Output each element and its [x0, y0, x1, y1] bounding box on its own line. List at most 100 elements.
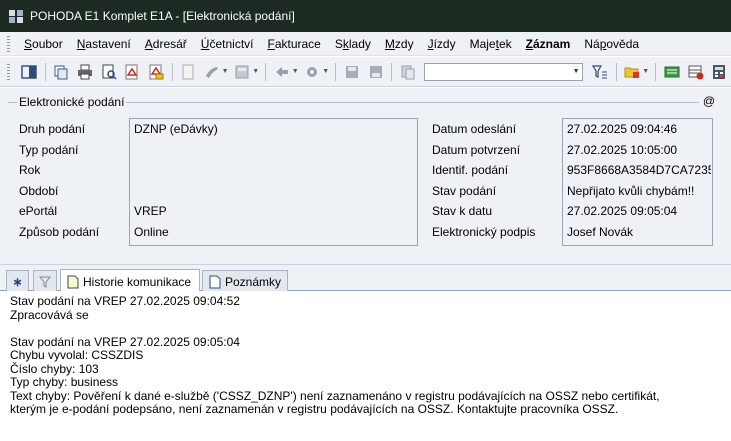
tab-filter[interactable]	[33, 270, 57, 292]
menu-item-7[interactable]: Jízdy	[421, 32, 463, 56]
at-sign-icon[interactable]: @	[698, 94, 719, 108]
label-druh-podani: Druh podání	[19, 122, 86, 136]
filter-list-icon[interactable]	[589, 61, 611, 83]
menu-item-4[interactable]: Fakturace	[260, 32, 327, 56]
document-icon	[209, 275, 221, 288]
menu-label-part: ověda	[606, 36, 640, 51]
label-datum-odeslani: Datum odeslání	[432, 122, 517, 136]
title-bar: POHODA E1 Komplet E1A - [Elektronická po…	[0, 0, 731, 32]
paint-icon[interactable]	[201, 61, 223, 83]
toolbar-separator	[171, 62, 173, 81]
label-datum-potvrzeni: Datum potvrzení	[432, 143, 521, 157]
toolbar-separator	[265, 62, 267, 81]
label-elektronicky-podpis: Elektronický podpis	[432, 225, 536, 239]
window-title: POHODA E1 Komplet E1A - [Elektronická po…	[30, 9, 295, 23]
copy-icon[interactable]	[51, 61, 73, 83]
menu-accelerator: M	[384, 36, 395, 51]
window-switch-icon[interactable]	[18, 61, 40, 83]
chevron-down-icon[interactable]: ▼	[222, 68, 229, 75]
tab-all[interactable]: ∗	[6, 270, 29, 292]
menu-bar: Soubor Nastavení Adresář Účetnictví Fakturac…	[0, 32, 731, 56]
tab-history[interactable]: Historie komunikace	[60, 269, 200, 293]
folder-open-icon[interactable]	[622, 61, 644, 83]
print-preview-icon[interactable]	[98, 61, 120, 83]
label-identif-podani: Identif. podání	[432, 163, 509, 177]
chevron-down-icon[interactable]: ▼	[642, 68, 649, 75]
history-line: Zpracovává se	[10, 307, 89, 322]
menu-accelerator: Z	[525, 36, 533, 51]
menu-item-10[interactable]: Nápověda	[577, 32, 646, 56]
menu-item-6[interactable]: Mzdy	[378, 32, 421, 56]
back-arrow-icon[interactable]	[271, 61, 293, 83]
tab-history-label: Historie komunikace	[83, 274, 192, 289]
paste-icon[interactable]	[397, 61, 419, 83]
asterisk-icon: ∗	[12, 274, 23, 289]
menu-label-part: lady	[348, 36, 371, 51]
menu-grip-handle[interactable]	[7, 35, 10, 52]
filter-combo[interactable]: ▼	[423, 62, 584, 81]
history-text-area[interactable]: Stav podání na VREP 27.02.2025 09:04:52 Z…	[0, 291, 731, 441]
label-stav-podani: Stav podání	[432, 184, 497, 198]
menu-label-part: S	[334, 36, 343, 51]
menu-item-0[interactable]: Soubor	[17, 32, 70, 56]
value-eportal: VREP	[134, 204, 167, 218]
menu-label-part: dresář	[152, 36, 187, 51]
menu-label-part: četnictví	[209, 36, 254, 51]
value-druh-podani: DZNP (eDávky)	[134, 122, 218, 136]
menu-label-part: Maje	[469, 36, 496, 51]
panel-title: Elektronické podání	[17, 95, 127, 109]
menu-label-part: Ná	[584, 36, 600, 51]
label-zpusob-podani: Způsob podání	[19, 225, 100, 239]
save-all-icon[interactable]	[365, 61, 387, 83]
chevron-down-icon[interactable]: ▼	[292, 68, 299, 75]
gear-icon[interactable]	[302, 61, 324, 83]
menu-accelerator: F	[267, 36, 275, 51]
value-datum-potvrzeni: 27.02.2025 10:05:00	[567, 143, 678, 157]
history-line: Typ chyby: business	[10, 375, 119, 389]
menu-item-1[interactable]: Nastavení	[70, 32, 138, 56]
history-line: Stav podání na VREP 27.02.2025 09:04:52	[10, 294, 240, 308]
history-line: Chybu vyvolal: CSSZDIS	[10, 348, 144, 362]
tab-notes[interactable]: Poznámky	[202, 270, 288, 292]
history-line	[10, 322, 721, 336]
toolbar-separator	[335, 62, 337, 81]
history-line: Číslo chyby: 103	[10, 361, 99, 376]
new-record-icon[interactable]	[177, 61, 199, 83]
toolbar-separator	[44, 62, 46, 81]
menu-item-5[interactable]: Sklady	[328, 32, 378, 56]
menu-item-2[interactable]: Adresář	[138, 32, 194, 56]
calculator-red-icon[interactable]	[708, 61, 730, 83]
chevron-down-icon[interactable]: ▼	[252, 68, 259, 75]
menu-item-3[interactable]: Účetnictví	[194, 32, 261, 56]
menu-label-part: astavení	[85, 36, 131, 51]
submission-panel: Elektronické podání @ Druh podání DZNP (…	[0, 88, 731, 264]
menu-label-part: zdy	[394, 36, 414, 51]
tab-bar: ∗ Historie komunikace Poznámky	[0, 264, 731, 293]
menu-accelerator: A	[144, 36, 153, 51]
label-typ-podani: Typ podání	[19, 143, 79, 157]
chevron-down-icon[interactable]: ▼	[322, 68, 329, 75]
pdf-icon[interactable]	[121, 61, 143, 83]
pdf-send-icon[interactable]	[145, 61, 167, 83]
grid-close-icon[interactable]	[685, 61, 707, 83]
menu-label-part: oubor	[32, 36, 63, 51]
calculator-icon[interactable]	[232, 61, 254, 83]
menu-item-9[interactable]: Záznam	[519, 32, 578, 56]
menu-item-8[interactable]: Majetek	[463, 32, 519, 56]
document-icon	[67, 275, 79, 288]
value-stav-k-datu: 27.02.2025 09:05:04	[567, 204, 678, 218]
green-card-icon[interactable]	[661, 61, 683, 83]
label-stav-k-datu: Stav k datu	[432, 204, 493, 218]
menu-label-part: ek	[498, 36, 512, 51]
toolbar-grip-handle[interactable]	[7, 63, 10, 80]
chevron-down-icon[interactable]: ▼	[570, 64, 582, 80]
history-line: Stav podání na VREP 27.02.2025 09:05:04	[10, 334, 240, 349]
print-icon[interactable]	[74, 61, 96, 83]
tab-notes-label: Poznámky	[225, 274, 282, 289]
value-identif-podani: 953F8668A3584D7CA72359D	[567, 163, 711, 177]
menu-label-part: áznam	[532, 36, 571, 51]
label-eportal: ePortál	[19, 204, 58, 218]
pohoda-app-icon	[9, 10, 23, 23]
save-icon[interactable]	[341, 61, 363, 83]
toolbar: ▼ ▼ ▼ ▼ ▼ ▼	[0, 57, 731, 87]
